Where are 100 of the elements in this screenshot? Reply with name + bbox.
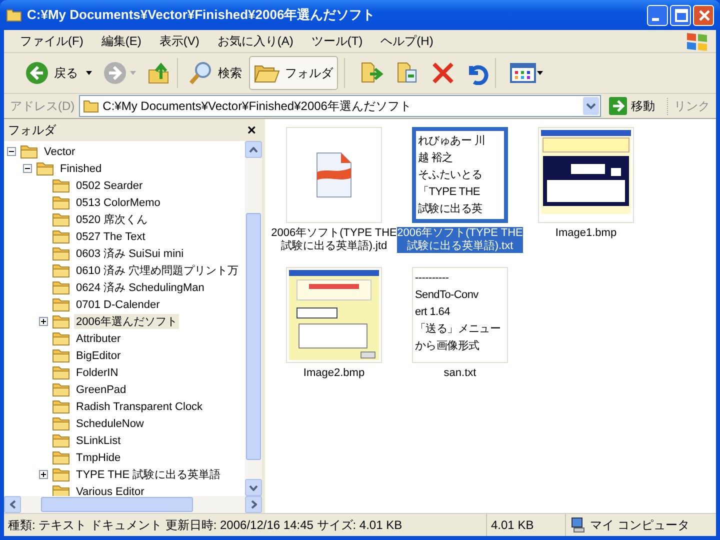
folders-button[interactable]: フォルダ [249, 56, 338, 90]
menu-item[interactable]: 表示(V) [159, 32, 200, 50]
caret-left-icon [10, 500, 16, 509]
preview-text: SendTo-Conv [415, 288, 480, 303]
address-field[interactable]: C:¥My Documents¥Vector¥Finished¥2006年選んだソフト [78, 95, 601, 117]
status-size: 4.01 KB [486, 514, 565, 536]
maximize-button[interactable] [670, 4, 691, 26]
address-label: アドレス(D) [10, 98, 75, 114]
tree-item[interactable]: TmpHide [74, 452, 123, 464]
thumbnail[interactable]: ---------- SendTo-Conv ert 1.64 「送る」メニュー から画像形式 [412, 267, 508, 363]
window-title: C:¥My Documents¥Vector¥Finished¥2006年選んだソフト [27, 6, 376, 24]
scroll-right-button[interactable] [245, 496, 262, 513]
file-name[interactable]: 2006年ソフト(TYPE THE 試験に出る英単語).jtd [271, 227, 397, 253]
folder-icon [52, 365, 70, 380]
go-button[interactable]: 移動 [605, 97, 663, 115]
menu-item[interactable]: お気に入り(A) [217, 32, 294, 50]
status-zone: マイ コンピュータ [590, 516, 690, 534]
computer-icon [570, 517, 586, 533]
menu-item[interactable]: ヘルプ(H) [380, 32, 434, 50]
folder-icon [20, 144, 38, 159]
expand-icon[interactable] [39, 317, 48, 326]
tree-item[interactable]: 0502 Searder [74, 180, 145, 192]
menu-item[interactable]: 編集(E) [101, 32, 142, 50]
folder-icon [52, 416, 70, 431]
close-pane-button[interactable]: × [241, 122, 262, 138]
tree-item[interactable]: 0624 済み SchedulingMan [74, 280, 206, 295]
scrollbar-thumb[interactable] [246, 213, 261, 460]
delete-icon[interactable] [431, 61, 455, 85]
folder-icon [52, 229, 70, 244]
tree-item[interactable]: Vector [42, 146, 78, 158]
back-button[interactable]: 戻る [20, 56, 83, 90]
views-icon[interactable] [510, 62, 544, 84]
caret-icon[interactable] [85, 70, 93, 76]
scroll-up-button[interactable] [245, 141, 262, 158]
tree-item[interactable]: BigEditor [74, 350, 123, 362]
caret-right-icon [250, 500, 256, 509]
preview-text: れびゅあー 川 [418, 134, 486, 149]
tree-item[interactable]: Radish Transparent Clock [74, 400, 205, 412]
collapse-icon[interactable] [7, 147, 16, 156]
minimize-icon [652, 18, 659, 20]
close-button[interactable] [693, 4, 714, 26]
tree-item[interactable]: 0610 済み 穴埋め問題プリント万 [74, 263, 241, 278]
tree-item[interactable]: Finished [58, 162, 104, 174]
folder-icon [52, 280, 70, 295]
preview-text: ert 1.64 [415, 305, 451, 320]
minimize-button[interactable] [647, 4, 668, 26]
folder-icon [52, 331, 70, 346]
folder-icon [52, 450, 70, 465]
tree-item[interactable]: SLinkList [74, 434, 123, 446]
folder-icon [82, 99, 99, 113]
tree-item[interactable]: 0701 D-Calender [74, 298, 162, 310]
tree-item[interactable]: 0520 席次くん [74, 212, 150, 227]
menu-item[interactable]: ツール(T) [311, 32, 363, 50]
folder-icon [52, 382, 70, 397]
scrollbar-thumb[interactable] [41, 497, 193, 512]
scroll-down-button[interactable] [245, 479, 262, 496]
folder-icon [52, 263, 70, 278]
file-name[interactable]: Image2.bmp [271, 367, 397, 380]
file-name[interactable]: Image1.bmp [523, 227, 649, 240]
caret-up-icon [249, 146, 258, 152]
folder-icon [52, 246, 70, 261]
search-button[interactable]: 検索 [184, 56, 247, 90]
expand-icon[interactable] [39, 470, 48, 479]
flag-icon [684, 30, 710, 52]
folder-icon [52, 348, 70, 363]
menu-item[interactable]: ファイル(F) [20, 32, 84, 50]
folder-up-icon[interactable] [147, 61, 171, 85]
scroll-left-button[interactable] [4, 496, 21, 513]
dropdown-button[interactable] [583, 97, 599, 115]
tree-item[interactable]: ScheduleNow [74, 418, 146, 430]
preview-text: から画像形式 [415, 339, 480, 354]
document-icon [316, 152, 352, 198]
thumbnail[interactable] [286, 127, 382, 223]
folder-icon [52, 399, 70, 414]
file-name[interactable]: san.txt [397, 367, 523, 380]
folder-icon [52, 297, 70, 312]
folder-icon [52, 484, 70, 496]
folder-icon [52, 212, 70, 227]
status-text: 種類: テキスト ドキュメント 更新日時: 2006/12/16 14:45 サイズ: 4.01 KB [7, 516, 404, 534]
thumbnail[interactable]: れびゅあー 川 越 裕之 そふたいとる 「TYPE THE 試験に出る英 [412, 127, 508, 223]
tree-item[interactable]: Attributer [74, 332, 123, 344]
preview-text: 越 裕之 [418, 150, 454, 166]
preview-text: ---------- [415, 271, 450, 286]
tree-item[interactable]: TYPE THE 試験に出る英単語 [74, 467, 223, 482]
tree-item[interactable]: 2006年選んだソフト [74, 314, 180, 329]
tree-item[interactable]: 0603 済み SuiSui mini [74, 246, 186, 261]
preview-text: そふたいとる [418, 168, 484, 183]
caret-down-icon [249, 484, 258, 490]
preview-text: 「TYPE THE [418, 185, 481, 200]
tree-item[interactable]: 0513 ColorMemo [74, 196, 162, 208]
preview-text: 試験に出る英 [418, 202, 484, 217]
file-name[interactable]: 2006年ソフト(TYPE THE 試験に出る英単語).txt [397, 227, 523, 253]
folder-icon [52, 178, 70, 193]
folder-icon [52, 314, 70, 329]
tree-item[interactable]: FolderIN [74, 366, 120, 378]
tree-item[interactable]: Various Editor [74, 486, 146, 496]
collapse-icon[interactable] [23, 164, 32, 173]
go-arrow-icon [609, 97, 627, 115]
tree-item[interactable]: 0527 The Text [74, 230, 148, 242]
tree-item[interactable]: GreenPad [74, 384, 128, 396]
